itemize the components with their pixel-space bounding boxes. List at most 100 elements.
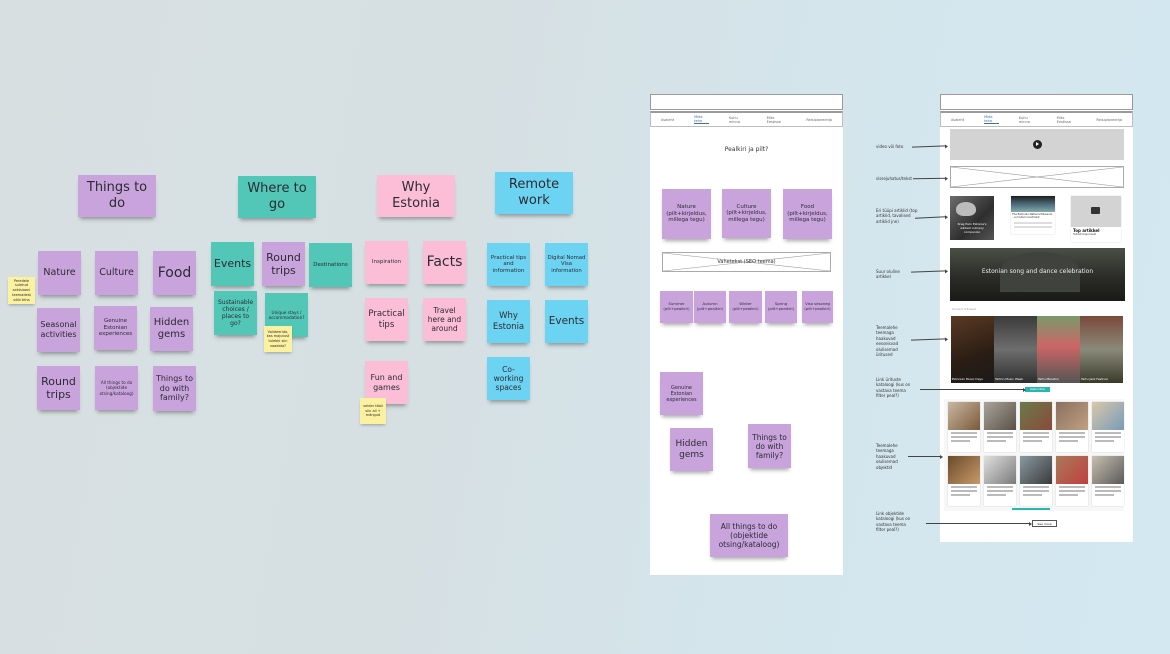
note-winter[interactable]: Winter (pilt+pealkiri) [729, 291, 762, 323]
note-round-trips-2[interactable]: Round trips [262, 242, 305, 286]
nav-item-active[interactable]: Mida teha [694, 115, 709, 124]
nav-item-active[interactable]: Mida teha [984, 115, 999, 124]
object-image [1092, 456, 1124, 484]
text-line [1023, 432, 1049, 434]
object-card[interactable] [948, 402, 980, 452]
comment-note[interactable]: Peredele suletud sektsiooni teemadest võ… [8, 277, 35, 304]
object-card[interactable] [1092, 456, 1124, 506]
text-line [1059, 436, 1085, 438]
page-heading: Pealkiri ja pilt? [724, 146, 769, 153]
annotation-articles: Eri tüüpi artiklid (top artiklid, tavali… [876, 208, 918, 224]
see-more-button[interactable]: See more [1032, 520, 1057, 527]
nav-item[interactable]: Reisiplaneerija [806, 118, 832, 122]
note-viso-sesoneg[interactable]: Viso sesoneg (pilt+pealkiri) [802, 291, 833, 323]
object-card[interactable] [1020, 402, 1052, 452]
annotation-arrow [908, 454, 943, 459]
comment-note[interactable]: veider tõsti siin all + mängud [360, 398, 386, 424]
wireframe-header [940, 94, 1133, 110]
annotation-events: Teemalehe teemaga haakuvad eesseisvad ol… [876, 325, 899, 357]
nav-item[interactable]: Reisiplaneerija [1096, 118, 1122, 122]
object-image [948, 456, 980, 484]
nav-item[interactable]: Avaleht [951, 118, 964, 122]
cluster-title-where-to-go[interactable]: Where to go [238, 176, 316, 218]
object-image [1056, 456, 1088, 484]
note-food-wire[interactable]: Food (pilt+kirjeldus, millega tegu) [783, 189, 832, 239]
note-why-estonia-remote[interactable]: Why Estonia [487, 300, 530, 343]
note-sustainable-choices[interactable]: Sustainable choices / places to go? [214, 291, 257, 335]
event-tile[interactable]: Estonian Music Days [951, 316, 994, 383]
note-events[interactable]: Events [211, 242, 254, 286]
nav-item[interactable]: Kuhu minna [1019, 116, 1037, 124]
note-nature-wire[interactable]: Nature (pilt+kirjeldus, millega tegu) [662, 189, 711, 239]
object-card[interactable] [984, 402, 1016, 452]
note-practical-tips[interactable]: Practical tips [365, 298, 408, 341]
note-events-remote[interactable]: Events [545, 300, 588, 343]
event-tile[interactable]: Tallinn Music Week [994, 316, 1037, 383]
event-tile[interactable]: Tartu Maraton [1037, 316, 1080, 383]
annotation-arrow [926, 521, 1032, 526]
nav-item[interactable]: Miks Eestisse [767, 116, 787, 124]
note-genuine-estonian-experiences[interactable]: Genuine Estonian experiences [94, 306, 137, 350]
note-things-to-do-with-family[interactable]: Things to do with family? [153, 366, 196, 411]
note-travel-here-and-around[interactable]: Travel here and around [423, 298, 466, 341]
text-line [1095, 490, 1121, 492]
note-culture-wire[interactable]: Culture (pilt+kirjeldus, millega tegu) [722, 189, 771, 238]
object-card[interactable] [984, 456, 1016, 506]
top-article-subtitle: Tekst/kiisiga teest [1073, 233, 1097, 236]
note-seasonal-activities[interactable]: Seasonal activities [37, 308, 80, 352]
object-card[interactable] [1056, 402, 1088, 452]
text-line [1059, 494, 1079, 496]
note-practical-tips-and-information[interactable]: Practical tips and information [487, 243, 530, 286]
text-line [987, 490, 1013, 492]
note-inspiration[interactable]: Inspiration [365, 241, 408, 284]
object-image [1056, 402, 1088, 430]
comment-note[interactable]: Valideerida, kas majutust tulebki siin v… [264, 326, 292, 352]
play-icon[interactable] [1032, 140, 1042, 149]
note-round-trips[interactable]: Round trips [37, 366, 80, 410]
note-nature[interactable]: Nature [38, 251, 81, 295]
event-title: Tartu Jazz Festival [1081, 377, 1108, 381]
note-destinations[interactable]: Destinations [309, 243, 352, 287]
top-article-card[interactable]: Top artikkel Tekst/kiisiga teest [1071, 196, 1121, 242]
note-spring[interactable]: Spring (pilt+pealkiri) [765, 291, 797, 323]
note-all-things-wire[interactable]: All things to do (objektide otsing/katal… [710, 514, 788, 557]
video-placeholder[interactable] [950, 129, 1124, 160]
event-tile[interactable]: Tartu Jazz Festival [1080, 316, 1123, 383]
object-card[interactable] [948, 456, 980, 506]
annotation-objects: Teemalehe teemaga haakuvad olulisemad ob… [876, 443, 898, 470]
note-facts[interactable]: Facts [423, 241, 466, 284]
cluster-title-remote-work[interactable]: Remote work [495, 172, 573, 214]
text-line [1095, 494, 1115, 496]
note-summer[interactable]: Summer (pilt+pealkiri) [660, 291, 693, 323]
text-line [951, 432, 977, 434]
note-digital-nomad-visa[interactable]: Digital Nomad Visa information [545, 243, 588, 286]
nav-item[interactable]: Avaleht [661, 118, 674, 122]
note-co-working-spaces[interactable]: Co-working spaces [487, 357, 530, 400]
hero-article[interactable]: Estonian song and dance celebration [950, 248, 1125, 301]
article-title: Kreg Parn Estonia's wildest culinary com… [957, 222, 987, 234]
note-all-things-to-do[interactable]: All things to do (objektide otsing/katal… [95, 366, 138, 410]
carousel-indicator [1012, 508, 1050, 510]
seo-text-label: Vahetekst (SEO teema) [717, 259, 776, 265]
events-link-button[interactable]: Vaata üritusi [1025, 387, 1050, 392]
text-line [1023, 436, 1049, 438]
object-card[interactable] [1020, 456, 1052, 506]
note-hidden-gems[interactable]: Hidden gems [150, 307, 193, 351]
nav-item[interactable]: Miks Eestisse [1057, 116, 1077, 124]
article-card[interactable]: The Estonian National Museum – a modern … [1011, 196, 1055, 234]
object-card[interactable] [1092, 402, 1124, 452]
wireframe-nav: Avaleht Mida teha Kuhu minna Miks Eestis… [650, 111, 843, 127]
object-card[interactable] [1056, 456, 1088, 506]
article-card-image[interactable]: Kreg Parn Estonia's wildest culinary com… [950, 196, 994, 240]
note-family-wire[interactable]: Things to do with family? [748, 424, 791, 468]
note-genuine-wire[interactable]: Genuine Estonian experiences [660, 372, 703, 415]
note-hidden-gems-wire[interactable]: Hidden gems [670, 428, 713, 471]
note-culture[interactable]: Culture [95, 251, 138, 295]
nav-item[interactable]: Kuhu minna [729, 116, 747, 124]
text-line [1095, 432, 1121, 434]
note-food[interactable]: Food [153, 251, 196, 295]
cluster-title-things-to-do[interactable]: Things to do [78, 175, 156, 217]
note-autumn[interactable]: Autumn (pilt+pealkiri) [694, 291, 726, 323]
cluster-title-why-estonia[interactable]: Why Estonia [377, 175, 455, 217]
text-line [1059, 432, 1085, 434]
